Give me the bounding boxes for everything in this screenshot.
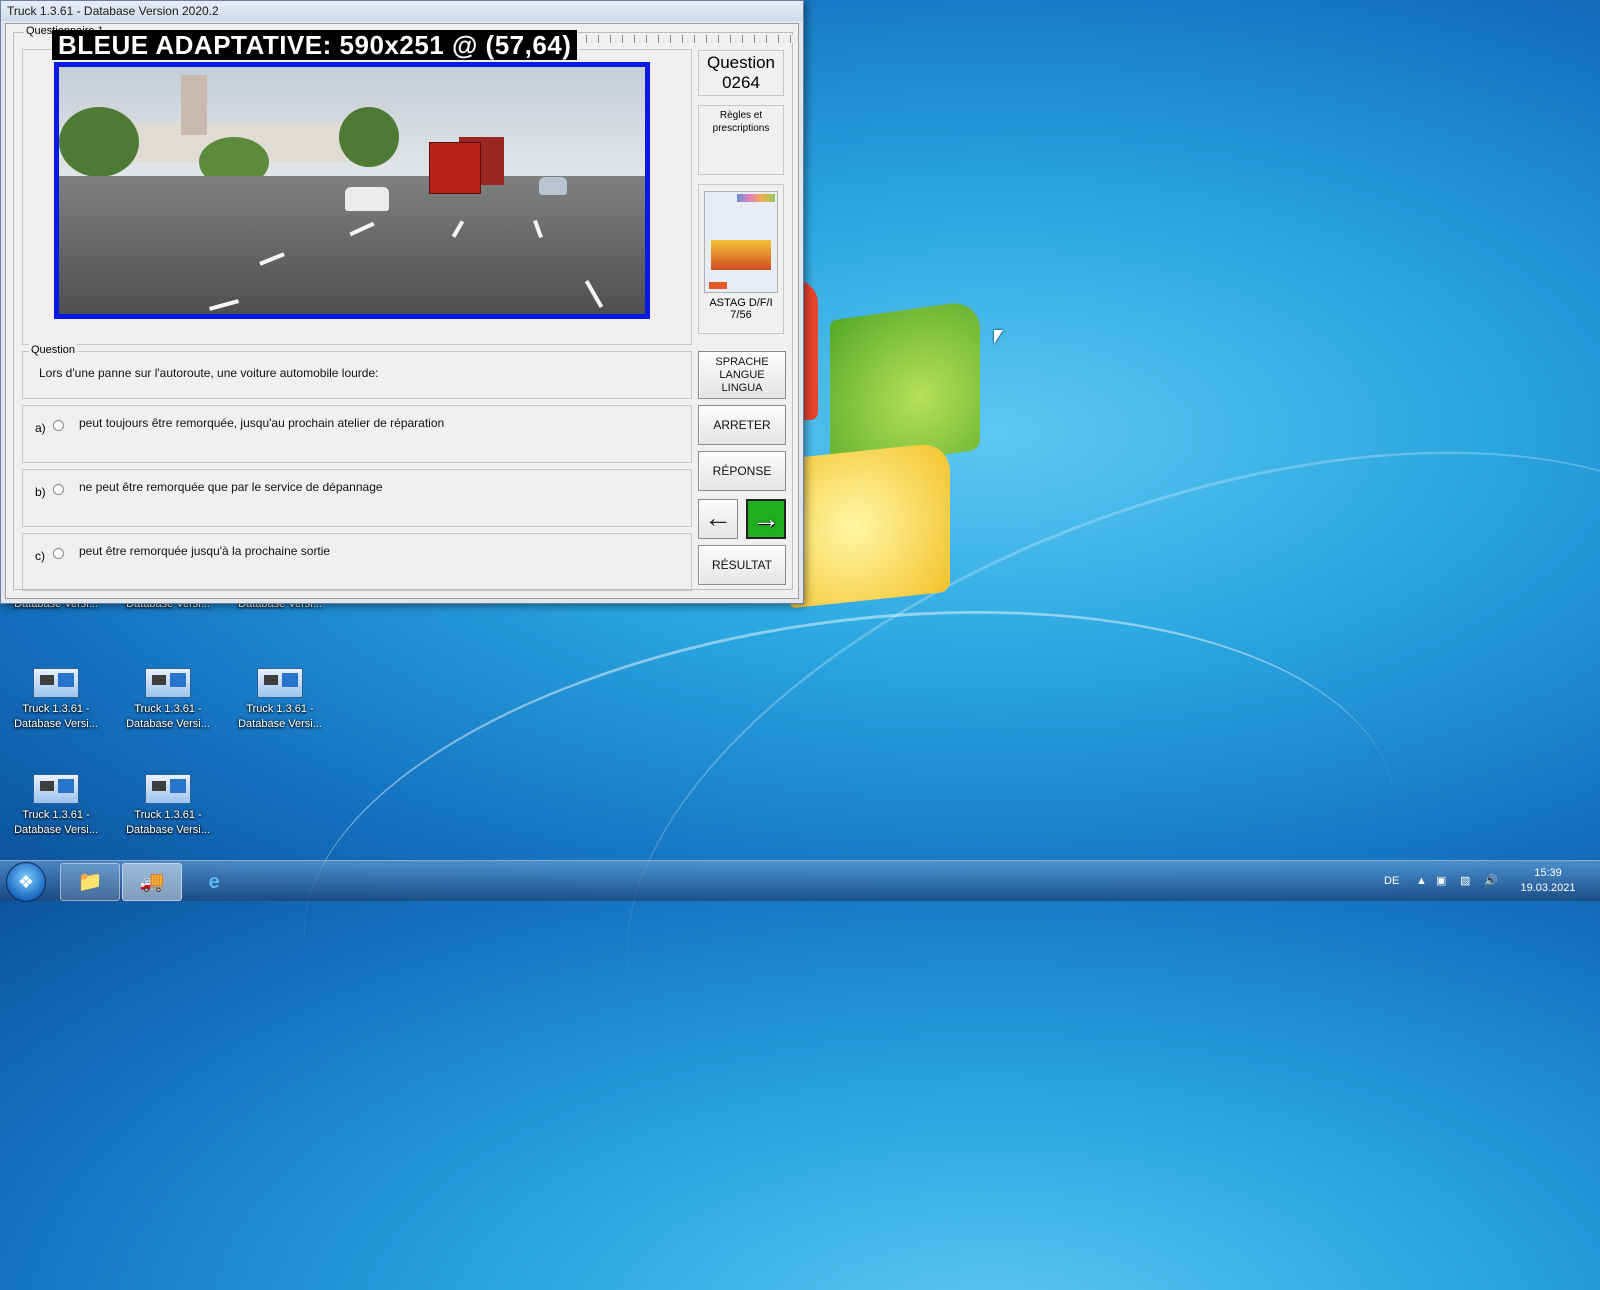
book-cover-image [704, 191, 778, 293]
result-button[interactable]: RÉSULTAT [698, 545, 786, 585]
truck-app-icon [33, 668, 79, 698]
desktop-icon-truck[interactable]: Truck 1.3.61 - Database Versi... [6, 774, 106, 838]
clock[interactable]: 15:39 19.03.2021 [1508, 866, 1588, 896]
desktop-icon-truck[interactable]: Truck 1.3.61 - Database Versi... [230, 668, 330, 732]
answer-radio[interactable] [53, 548, 64, 559]
answer-letter: c) [35, 549, 45, 563]
internet-explorer-icon[interactable]: e [184, 863, 244, 901]
device-icon[interactable]: ▣ [1436, 861, 1446, 901]
desktop-icon-truck[interactable]: Truck 1.3.61 - Database Versi... [6, 668, 106, 732]
volume-icon[interactable]: 🔊 [1484, 861, 1498, 901]
taskbar: ❖ 📁 🚚 e DE ▲ ▣ ▧ 🔊 15:39 19.03.2021 [0, 860, 1600, 902]
answer-letter: a) [35, 421, 46, 435]
question-category: Règles et prescriptions [698, 105, 784, 175]
book-pages: 7/56 [730, 309, 752, 321]
file-explorer-icon[interactable]: 📁 [60, 863, 120, 901]
answer-text: ne peut être remorquée que par le servic… [79, 480, 383, 494]
question-legend: Question [29, 344, 78, 356]
image-overlay-label: BLEUE ADAPTATIVE: 590x251 @ (57,64) [52, 30, 578, 60]
previous-arrow-icon[interactable]: ← [698, 499, 738, 539]
desktop-icon-truck[interactable]: Truck 1.3.61 - Database Versi... [118, 774, 218, 838]
answer-option-b[interactable]: b) ne peut être remorquée que par le ser… [22, 469, 692, 527]
reference-book: ASTAG D/F/I 7/56 [698, 184, 784, 334]
mouse-cursor-icon [994, 330, 1003, 344]
question-box: Question Lors d'une panne sur l'autorout… [22, 344, 692, 399]
language-label-de: SPRACHE [715, 356, 769, 368]
truck-app-icon [145, 668, 191, 698]
answer-button[interactable]: RÉPONSE [698, 451, 786, 491]
truck-app-icon [33, 774, 79, 804]
question-photo [54, 62, 650, 319]
window-title[interactable]: Truck 1.3.61 - Database Version 2020.2 [1, 1, 803, 21]
language-label-fr: LANGUE [719, 369, 765, 381]
truck-app-icon [257, 668, 303, 698]
answer-text: peut toujours être remorquée, jusqu'au p… [79, 416, 445, 430]
answer-letter: b) [35, 485, 46, 499]
clock-time: 15:39 [1534, 867, 1562, 879]
start-button-icon[interactable]: ❖ [6, 862, 46, 902]
answer-radio[interactable] [53, 484, 64, 495]
show-hidden-icons-icon[interactable]: ▲ [1416, 861, 1427, 901]
truck-app-icon [145, 774, 191, 804]
next-arrow-icon[interactable]: → [746, 499, 786, 539]
question-number: 0264 [722, 73, 760, 92]
language-button[interactable]: SPRACHE LANGUE LINGUA [698, 351, 786, 399]
question-number-box: Question 0264 [698, 50, 784, 96]
windows-logo-wallpaper [790, 280, 1000, 640]
book-name: ASTAG D/F/I [709, 297, 773, 309]
language-indicator[interactable]: DE [1384, 861, 1399, 901]
answer-radio[interactable] [53, 420, 64, 431]
question-text: Lors d'une panne sur l'autoroute, une vo… [39, 366, 379, 380]
answer-option-c[interactable]: c) peut être remorquée jusqu'à la procha… [22, 533, 692, 591]
truck-app-icon[interactable]: 🚚 [122, 863, 182, 901]
question-number-label: Question [706, 53, 776, 72]
answer-option-a[interactable]: a) peut toujours être remorquée, jusqu'a… [22, 405, 692, 463]
desktop-icon-truck[interactable]: Truck 1.3.61 - Database Versi... [118, 668, 218, 732]
network-icon[interactable]: ▧ [1460, 861, 1470, 901]
stop-button[interactable]: ARRETER [698, 405, 786, 445]
clock-date: 19.03.2021 [1520, 882, 1576, 894]
answer-text: peut être remorquée jusqu'à la prochaine… [79, 544, 331, 558]
language-label-it: LINGUA [721, 382, 763, 394]
